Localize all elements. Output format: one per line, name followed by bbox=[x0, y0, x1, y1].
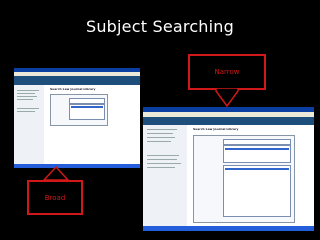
page-heading: Search Law Journal Library bbox=[50, 87, 96, 91]
broad-arrow-up bbox=[42, 166, 70, 181]
narrow-callout: Narrow bbox=[188, 54, 266, 90]
site-header bbox=[14, 76, 140, 85]
sidebar-line bbox=[17, 93, 35, 94]
sidebar-line bbox=[147, 129, 177, 130]
narrow-arrow-down bbox=[215, 88, 239, 108]
broad-callout: Broad bbox=[27, 180, 83, 215]
subtopic-selection bbox=[225, 168, 289, 170]
sidebar-line bbox=[17, 111, 35, 112]
sidebar-line bbox=[17, 90, 39, 91]
list-selection bbox=[225, 148, 289, 150]
slide-title: Subject Searching bbox=[85, 17, 234, 36]
narrow-label: Narrow bbox=[214, 68, 240, 76]
screenshot-narrow-search: Search Law Journal Library bbox=[143, 107, 314, 231]
sidebar-line bbox=[17, 99, 33, 100]
windows-taskbar bbox=[14, 164, 140, 168]
sidebar-line bbox=[147, 133, 173, 134]
site-header bbox=[143, 117, 314, 125]
sidebar-line bbox=[17, 96, 37, 97]
sidebar-line bbox=[147, 163, 181, 164]
sidebar-line bbox=[147, 167, 175, 168]
list-selection bbox=[71, 106, 103, 108]
windows-taskbar bbox=[143, 226, 314, 231]
screenshot-broad-search: Search Law Journal Library bbox=[14, 68, 140, 168]
sidebar-line bbox=[17, 108, 39, 109]
subtopic-list[interactable] bbox=[223, 165, 291, 217]
broad-label: Broad bbox=[44, 193, 66, 202]
subject-list[interactable] bbox=[223, 145, 291, 163]
sidebar-line bbox=[147, 155, 179, 156]
sidebar-line bbox=[147, 137, 175, 138]
page-heading: Search Law Journal Library bbox=[193, 127, 239, 131]
subject-list[interactable] bbox=[69, 104, 105, 120]
sidebar-line bbox=[147, 159, 177, 160]
sidebar-line bbox=[147, 141, 171, 142]
